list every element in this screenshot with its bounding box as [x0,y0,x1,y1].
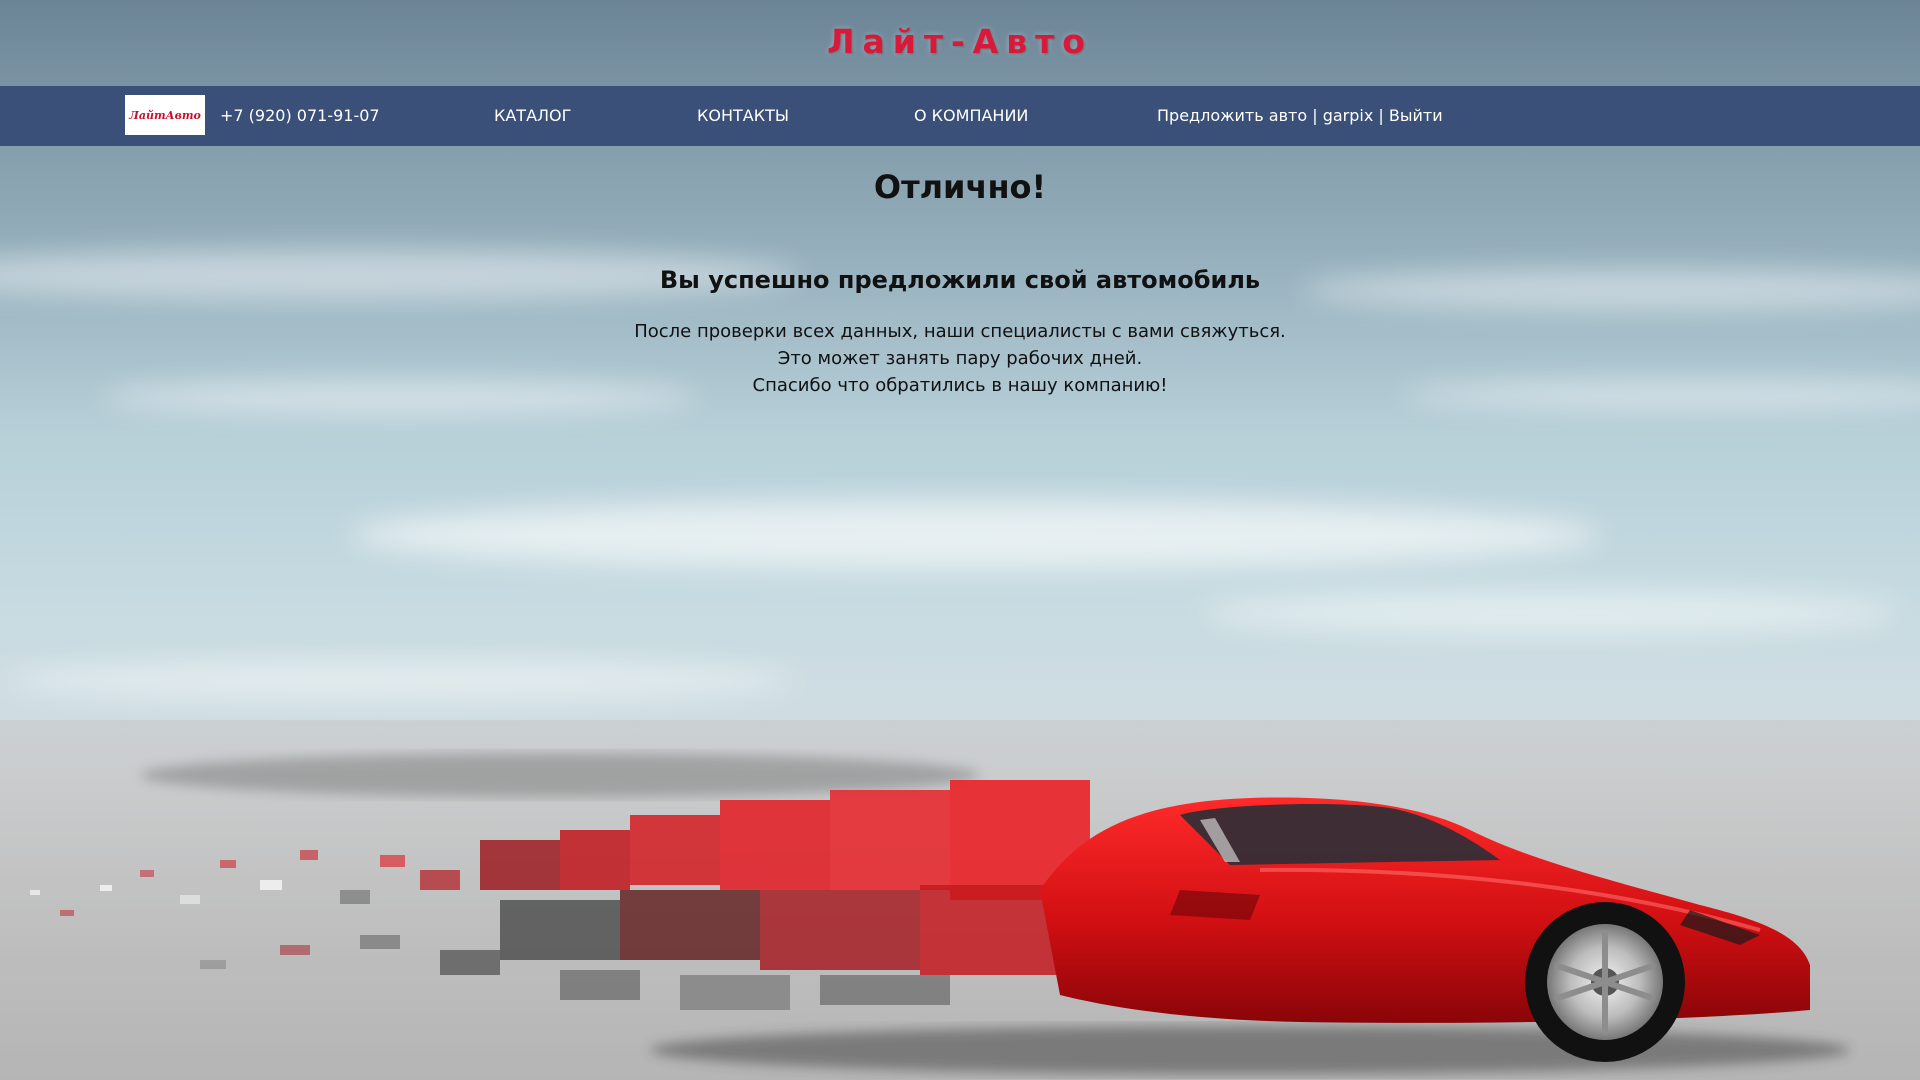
cloud-streak [0,660,800,700]
message-line: Спасибо что обратились в нашу компанию! [752,375,1168,396]
site-title[interactable]: Лайт-Авто [0,22,1920,61]
page: Лайт-Авто ЛайтАвто +7 (920) 071-91-07 КА… [0,0,1920,1080]
red-sports-car-image [0,720,1920,1080]
user-actions: Предложить авто | garpix | Выйти [1157,106,1443,125]
offer-car-link[interactable]: Предложить авто [1157,106,1307,125]
nav-link-contacts[interactable]: КОНТАКТЫ [697,106,789,125]
success-message: После проверки всех данных, наши специал… [0,318,1920,399]
separator: | [1378,106,1384,125]
navbar: ЛайтАвто +7 (920) 071-91-07 КАТАЛОГ КОНТ… [0,86,1920,146]
phone-number[interactable]: +7 (920) 071-91-07 [220,106,380,125]
logout-link[interactable]: Выйти [1389,106,1443,125]
car-wheel [1525,902,1685,1062]
message-line: Это может занять пару рабочих дней. [777,348,1143,369]
success-subheading: Вы успешно предложили свой автомобиль [659,266,1261,294]
logo[interactable]: ЛайтАвто [125,95,205,135]
cloud-streak [1200,590,1900,635]
cloud-streak [350,500,1600,570]
nav-link-about[interactable]: О КОМПАНИИ [914,106,1028,125]
logo-text: ЛайтАвто [129,108,201,122]
page-title: Отлично! [873,168,1047,206]
nav-link-catalog[interactable]: КАТАЛОГ [494,106,571,125]
message-line: После проверки всех данных, наши специал… [634,321,1286,342]
separator: | [1312,106,1318,125]
username-link[interactable]: garpix [1323,106,1374,125]
